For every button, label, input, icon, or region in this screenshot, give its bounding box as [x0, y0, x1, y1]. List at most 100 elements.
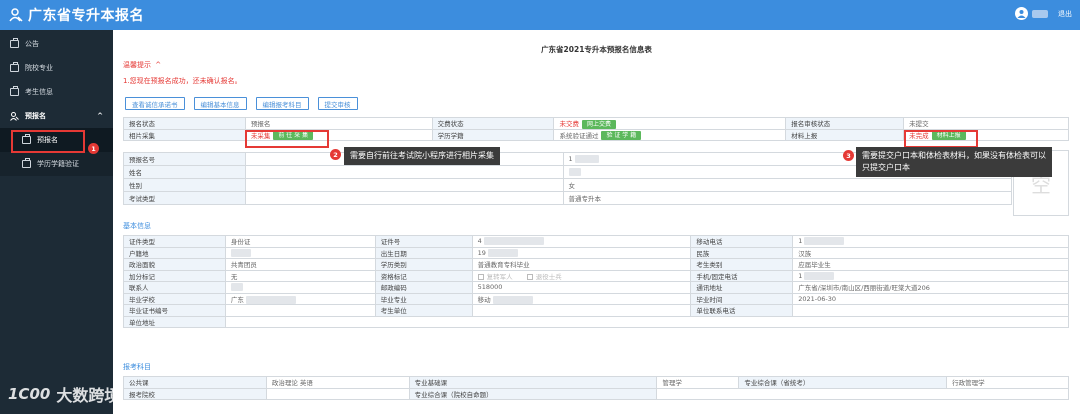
top-header: 广东省专升本报名 退出	[0, 0, 1080, 30]
school-course-value	[656, 387, 1069, 400]
status-label: 报名状态	[123, 117, 246, 130]
edit-basic-info-button[interactable]: 编辑基本信息	[193, 97, 247, 110]
target-school-value	[265, 387, 410, 400]
bonus-flag-value: 无	[224, 269, 376, 282]
political-status-value: 共青团员	[224, 258, 376, 271]
tooltip-line: 需要提交户口本和体检表材料，如果没有体检表可以	[862, 151, 1046, 160]
app-title: 广东省专升本报名	[28, 8, 144, 24]
field-label: 户籍地	[123, 246, 226, 259]
briefcase-icon	[10, 86, 19, 96]
veteran-checkbox[interactable]	[477, 273, 484, 280]
user-area: 退出	[1015, 7, 1072, 20]
field-label: 报考院校	[123, 387, 267, 400]
submit-review-button[interactable]: 提交审核	[317, 97, 358, 110]
sidebar-item-schools[interactable]: 院校专业	[0, 56, 113, 80]
sidebar-item-label: 公告	[25, 40, 39, 48]
field-label: 公共课	[123, 376, 267, 389]
table-row: 证件类型 身份证 证件号 4 移动电话 1	[123, 235, 1069, 248]
table-row: 考试类型 普通专升本	[123, 191, 1012, 205]
logout-link[interactable]: 退出	[1058, 9, 1072, 19]
sidebar-group-prereg[interactable]: 预报名 ^	[0, 104, 113, 128]
tooltip-photo-collection: 需要自行前往考试院小程序进行相片采集	[344, 147, 500, 165]
field-label: 证件类型	[123, 235, 226, 248]
table-row: 政治面貌 共青团员 学历类别 普通教育专科毕业 考生类别 应届毕业生	[123, 258, 1069, 271]
field-label: 出生日期	[374, 246, 473, 259]
exam-type-value: 普通专升本	[562, 191, 1012, 205]
watermark-text: 大数跨境	[56, 386, 121, 405]
field-label: 证件号	[374, 235, 473, 248]
basic-info-table: 证件类型 身份证 证件号 4 移动电话 1 户籍地 出生日期 19 民族 汉族 …	[123, 235, 1070, 328]
tip-title[interactable]: 温馨提示 ^	[123, 60, 161, 70]
public-course-value: 政治理论 英语	[265, 376, 410, 389]
annotation-badge-2: 2	[330, 149, 341, 160]
field-label: 专业综合课（省统考）	[738, 376, 948, 389]
sidebar-item-education-verify[interactable]: 学历学籍验证	[0, 152, 113, 176]
education-status: 系统验证通过	[559, 131, 599, 140]
chevron-up-icon: ^	[97, 112, 103, 120]
field-label: 学历类别	[374, 258, 473, 271]
field-label: 通讯地址	[690, 281, 794, 294]
table-row: 单位地址	[123, 315, 1070, 328]
field-label: 单位地址	[123, 315, 226, 328]
employer-address-value	[224, 315, 1070, 328]
annotation-badge-1: 1	[88, 143, 99, 154]
field-label: 加分标记	[123, 269, 226, 282]
field-label: 移动电话	[690, 235, 794, 248]
status-label: 学历学籍	[431, 128, 555, 141]
verify-education-button[interactable]: 验 证 学 籍	[601, 131, 642, 140]
edit-subjects-button[interactable]: 编辑报考科目	[255, 97, 309, 110]
school-value: 广东	[230, 295, 244, 304]
main-content: 广东省2021专升本预报名信息表 温馨提示 ^ 1.您现在预报名成功，还未确认报…	[113, 30, 1080, 414]
id-number-value: 4	[477, 237, 482, 246]
status-value: 预报名	[244, 117, 433, 130]
sidebar-item-announcement[interactable]: 公告	[0, 32, 113, 56]
briefcase-icon	[22, 158, 31, 168]
highlight-box-prereg	[11, 130, 85, 153]
field-label: 预报名号	[123, 152, 246, 166]
field-label: 性别	[123, 178, 246, 192]
field-label: 专业综合课（院校自命题）	[408, 387, 658, 400]
gender-value: 女	[562, 178, 1012, 192]
tip-message: 1.您现在预报名成功，还未确认报名。	[123, 77, 242, 85]
address-value: 广东省/深圳市/南山区/西丽街道/旺棠大道206	[792, 281, 1069, 294]
page-title: 广东省2021专升本预报名信息表	[541, 45, 652, 54]
status-label: 材料上报	[785, 128, 905, 141]
field-label: 单位联系电话	[690, 304, 794, 317]
table-row: 加分标记 无 资格标记 复转军人 退役士兵 手机/固定电话 1	[123, 269, 1069, 282]
action-bar: 查看诚信承诺书 编辑基本信息 编辑报考科目 提交审核	[125, 97, 358, 110]
graduation-date-value: 2021-06-30	[792, 292, 1069, 305]
status-label: 报名审核状态	[785, 117, 905, 130]
field-label: 民族	[690, 246, 794, 259]
table-row: 毕业学校 广东 毕业专业 移动 毕业时间 2021-06-30	[123, 292, 1069, 305]
subjects-table: 公共课 政治理论 英语 专业基础课 管理学 专业综合课（省统考） 行政管理学 报…	[123, 376, 1069, 400]
id-type-value: 身份证	[224, 235, 376, 248]
table-row: 户籍地 出生日期 19 民族 汉族	[123, 246, 1069, 259]
checkbox-label: 复转军人	[486, 272, 513, 281]
major-comprehensive-value: 行政管理学	[946, 376, 1069, 389]
table-row: 毕业证书编号 考生单位 单位联系电话	[123, 304, 1069, 317]
field-label: 专业基础课	[408, 376, 658, 389]
watermark: 1C00 大数跨境	[8, 382, 120, 406]
retired-soldier-checkbox[interactable]	[526, 273, 533, 280]
ethnicity-value: 汉族	[792, 246, 1069, 259]
user-avatar-icon[interactable]	[1015, 7, 1028, 20]
sidebar: 公告 院校专业 考生信息 预报名 ^ 预报名 学历学籍验证	[0, 30, 113, 414]
online-pay-button[interactable]: 网上交费	[581, 119, 616, 129]
highlight-box-photo	[245, 130, 329, 148]
phone-value: 1	[798, 271, 803, 280]
certificate-number-value	[224, 304, 376, 317]
chevron-up-icon: ^	[155, 61, 162, 69]
view-pledge-button[interactable]: 查看诚信承诺书	[125, 97, 185, 110]
sidebar-item-candidate-info[interactable]: 考生信息	[0, 80, 113, 104]
status-value: 未提交	[903, 117, 1069, 130]
tooltip-line: 只提交户口本	[862, 163, 910, 172]
prereg-number: 1	[568, 155, 573, 163]
field-label: 考生类别	[690, 258, 794, 271]
field-label: 姓名	[123, 165, 246, 179]
postcode-value: 518000	[471, 281, 692, 294]
field-label: 考试类型	[123, 191, 246, 205]
user-edit-icon	[10, 111, 19, 121]
table-row: 报考院校 专业综合课（院校自命题）	[123, 387, 1069, 400]
status-label: 交费状态	[431, 117, 555, 130]
field-label: 政治面貌	[123, 258, 226, 271]
